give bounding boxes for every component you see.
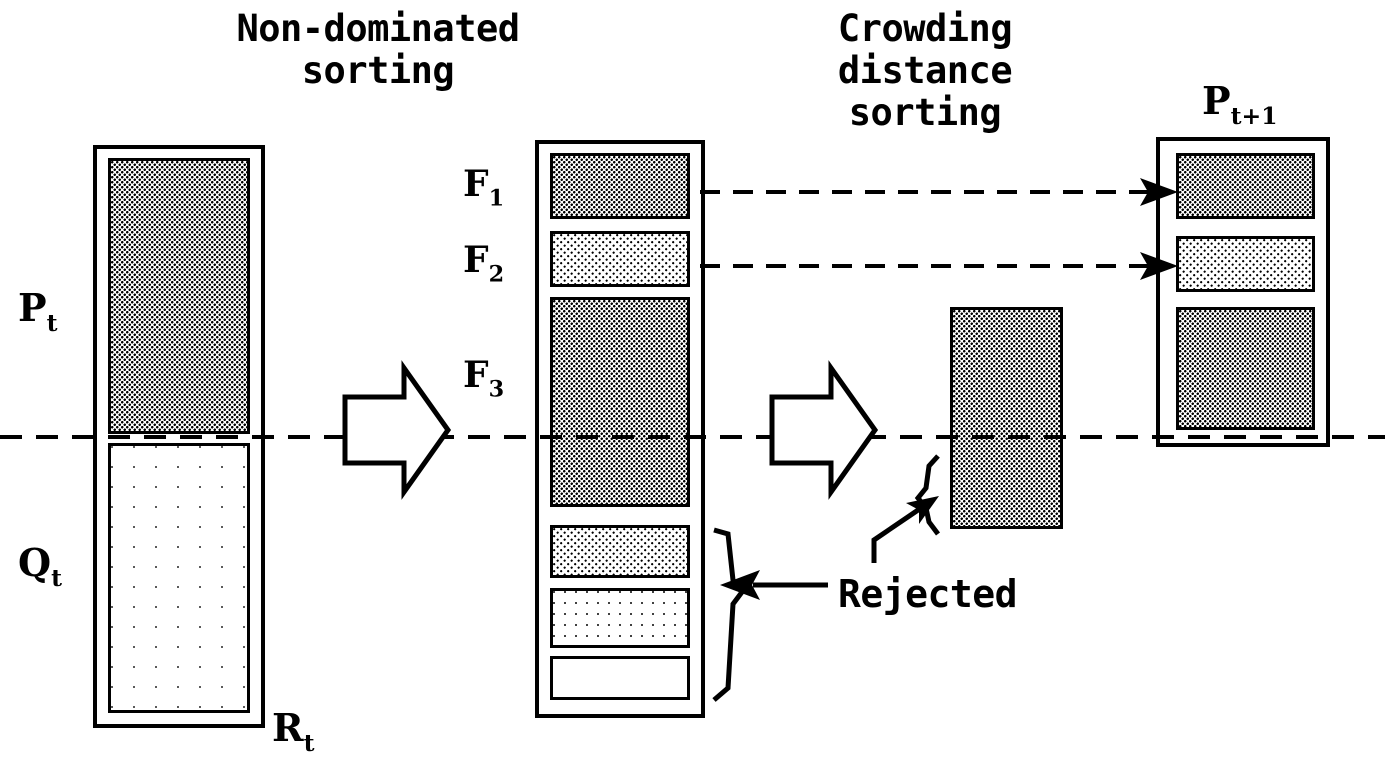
next-front-2-block: [1176, 236, 1315, 292]
front-5-block: [550, 588, 690, 648]
label-pt: Pt: [18, 285, 57, 337]
label-f1-sub: 1: [488, 185, 505, 212]
label-f3-base: F: [463, 354, 489, 396]
block-arrow-sorting: [342, 360, 452, 500]
front-4-block: [550, 525, 690, 578]
label-f2-sub: 2: [488, 261, 505, 288]
heading-crowding-distance-sorting: Crowding distance sorting: [837, 7, 1013, 134]
front-3-block: [550, 297, 690, 507]
label-qt-sub: t: [51, 563, 62, 592]
label-pt-sub: t: [46, 308, 58, 337]
selected-front-block: [950, 307, 1063, 529]
front-2-block: [550, 231, 690, 287]
rejected-to-selected-arrow: [871, 496, 939, 563]
label-qt-base: Q: [18, 540, 52, 585]
next-front-1-block: [1176, 153, 1315, 219]
pt-block: [108, 158, 250, 434]
label-f1: F1: [463, 163, 504, 211]
heading-non-dominated-sorting: Non-dominated sorting: [236, 7, 520, 92]
qt-block: [108, 443, 250, 713]
label-f1-base: F: [463, 163, 489, 205]
rejected-brace: [712, 527, 746, 702]
label-rt: Rt: [272, 705, 314, 757]
label-pt1: Pt+1: [1202, 78, 1278, 130]
label-f3: F3: [463, 354, 504, 402]
annotation-rejected: Rejected: [838, 572, 1018, 616]
label-qt: Qt: [18, 540, 62, 592]
label-f3-sub: 3: [488, 376, 505, 403]
front-last-block: [550, 656, 690, 700]
next-front-3-block: [1176, 307, 1315, 430]
front-1-block: [550, 153, 690, 219]
block-arrow-crowding: [769, 360, 879, 500]
label-pt1-base: P: [1202, 78, 1231, 123]
label-rt-base: R: [272, 705, 304, 750]
label-pt-base: P: [18, 285, 47, 330]
figure-canvas: Non-dominated sorting Crowding distance …: [0, 0, 1385, 781]
label-rt-sub: t: [303, 728, 315, 757]
label-f2-base: F: [463, 239, 489, 281]
selected-brace: [914, 454, 940, 536]
label-pt1-sub: t+1: [1230, 101, 1278, 130]
label-f2: F2: [463, 239, 504, 287]
rejected-left-arrow: [720, 570, 828, 600]
